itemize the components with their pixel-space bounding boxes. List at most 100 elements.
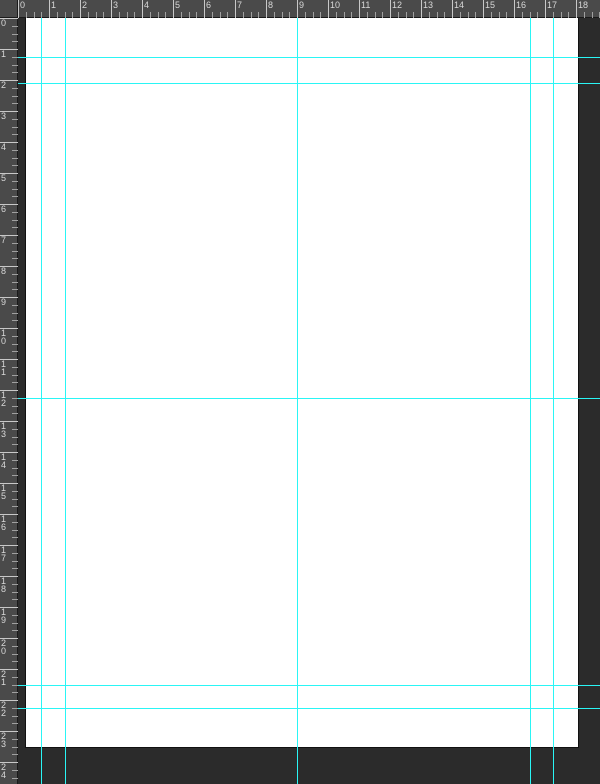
ruler-h-tick-minor (351, 12, 352, 18)
ruler-h-tick-minor (227, 12, 228, 18)
ruler-h-tick-minor (220, 12, 221, 18)
ruler-v-tick-minor (12, 282, 18, 283)
horizontal-guide[interactable] (18, 83, 600, 84)
vertical-guide[interactable] (530, 18, 531, 784)
ruler-h-label: 6 (204, 1, 211, 10)
ruler-h-tick-minor (413, 12, 414, 18)
ruler-h-tick-minor (406, 12, 407, 18)
ruler-h-tick-minor (506, 12, 507, 18)
ruler-h-tick-minor (88, 12, 89, 18)
ruler-v-tick-minor (12, 770, 18, 771)
horizontal-guide[interactable] (18, 708, 600, 709)
ruler-v-tick-minor (12, 530, 18, 531)
ruler-v-tick-minor (12, 499, 18, 500)
horizontal-guide[interactable] (18, 57, 600, 58)
ruler-v-tick-minor (12, 344, 18, 345)
ruler-v-tick-minor (12, 654, 18, 655)
ruler-v-label: 8 (1, 267, 11, 275)
ruler-v-label: 6 (1, 205, 11, 213)
ruler-v-tick-minor (12, 646, 18, 647)
ruler-v-tick-minor (12, 181, 18, 182)
ruler-h-label: 15 (483, 1, 495, 10)
ruler-v-label: 14 (1, 453, 11, 469)
ruler-v-tick-minor (12, 251, 18, 252)
ruler-h-tick-minor (243, 12, 244, 18)
horizontal-guide[interactable] (18, 398, 600, 399)
ruler-v-tick-minor (12, 677, 18, 678)
ruler-h-label: 13 (421, 1, 433, 10)
horizontal-guide[interactable] (18, 685, 600, 686)
ruler-v-label: 9 (1, 298, 11, 306)
ruler-h-tick-minor (103, 12, 104, 18)
ruler-v-tick-minor (12, 460, 18, 461)
ruler-h-tick-minor (119, 12, 120, 18)
ruler-h-tick-minor (429, 12, 430, 18)
ruler-h-label: 17 (545, 1, 557, 10)
ruler-v-tick-minor (12, 103, 18, 104)
vertical-ruler[interactable]: 0123456789101112131415161718192021222324 (0, 18, 18, 784)
ruler-v-tick-minor (12, 561, 18, 562)
ruler-h-label: 4 (142, 1, 149, 10)
ruler-h-tick-minor (344, 12, 345, 18)
ruler-h-tick-minor (336, 12, 337, 18)
ruler-v-tick-minor (12, 623, 18, 624)
ruler-v-label: 11 (1, 360, 11, 376)
vertical-guide[interactable] (297, 18, 298, 784)
document-page[interactable] (26, 18, 578, 747)
ruler-v-tick-minor (12, 165, 18, 166)
ruler-v-tick-minor (12, 406, 18, 407)
ruler-h-tick-minor (491, 12, 492, 18)
ruler-h-tick-minor (382, 12, 383, 18)
ruler-h-tick-minor (158, 12, 159, 18)
ruler-h-tick-minor (584, 12, 585, 18)
ruler-v-label: 23 (1, 732, 11, 748)
ruler-v-tick-minor (12, 584, 18, 585)
ruler-v-tick-minor (12, 26, 18, 27)
ruler-h-tick-minor (150, 12, 151, 18)
vertical-guide[interactable] (41, 18, 42, 784)
ruler-v-tick-minor (12, 630, 18, 631)
ruler-v-tick-minor (12, 289, 18, 290)
vertical-guide[interactable] (65, 18, 66, 784)
ruler-v-tick-minor (12, 739, 18, 740)
ruler-v-tick-minor (12, 189, 18, 190)
ruler-v-tick-minor (12, 72, 18, 73)
ruler-h-tick-minor (468, 12, 469, 18)
ruler-v-tick-minor (12, 150, 18, 151)
ruler-v-label: 13 (1, 422, 11, 438)
ruler-h-tick-minor (522, 12, 523, 18)
ruler-v-label: 5 (1, 174, 11, 182)
ruler-h-tick-minor (530, 12, 531, 18)
ruler-h-label: 3 (111, 1, 118, 10)
horizontal-ruler[interactable]: 0123456789101112131415161718 (18, 0, 600, 18)
ruler-h-label: 5 (173, 1, 180, 10)
ruler-h-tick-minor (592, 12, 593, 18)
ruler-h-tick-minor (444, 12, 445, 18)
ruler-v-tick-minor (12, 134, 18, 135)
ruler-v-tick-minor (12, 88, 18, 89)
ruler-v-tick-minor (12, 158, 18, 159)
ruler-h-label: 11 (359, 1, 370, 10)
ruler-h-tick-minor (134, 12, 135, 18)
ruler-v-tick-minor (12, 553, 18, 554)
ruler-h-tick-minor (437, 12, 438, 18)
ruler-v-tick-minor (12, 685, 18, 686)
ruler-h-tick-minor (212, 12, 213, 18)
ruler-v-tick-minor (12, 196, 18, 197)
ruler-h-label: 8 (266, 1, 273, 10)
ruler-v-label: 2 (1, 81, 11, 89)
ruler-h-tick-minor (96, 12, 97, 18)
ruler-h-tick-minor (499, 12, 500, 18)
ruler-v-label: 21 (1, 670, 11, 686)
ruler-h-tick-minor (189, 12, 190, 18)
ruler-origin-corner[interactable] (0, 0, 18, 18)
canvas-area[interactable] (18, 18, 600, 784)
ruler-v-tick-minor (12, 692, 18, 693)
vertical-guide[interactable] (553, 18, 554, 784)
ruler-h-tick-minor (561, 12, 562, 18)
ruler-v-tick-minor (12, 437, 18, 438)
ruler-h-tick-minor (305, 12, 306, 18)
ruler-v-tick-minor (12, 754, 18, 755)
ruler-v-tick-minor (12, 127, 18, 128)
ruler-v-tick-minor (12, 723, 18, 724)
